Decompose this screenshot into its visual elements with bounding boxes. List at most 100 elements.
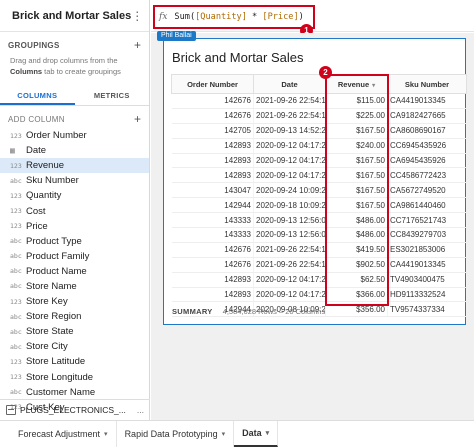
column-item[interactable]: abc Customer Name [0,385,149,400]
table-row[interactable]: 142676 2021-09-26 22:54:13 $419.50 ES302185… [171,242,467,258]
add-grouping-icon[interactable]: + [134,39,141,51]
date-cell[interactable]: 2020-09-18 10:09:22 [253,197,326,214]
table-row[interactable]: 142893 2020-09-12 04:17:20 $240.00 CC694543… [171,138,467,154]
chevron-down-icon[interactable]: ▾ [104,430,108,438]
add-column-icon[interactable]: + [134,113,141,125]
column-item[interactable]: abc Store State [0,324,149,339]
table-row[interactable]: 142944 2020-09-18 10:09:22 $167.50 CA986144… [171,197,467,214]
sku-number-cell[interactable]: CC8439279703 [387,227,467,243]
column-item[interactable]: 123 Store Latitude [0,354,149,369]
header-order-number[interactable]: Order Number [171,74,254,94]
revenue-cell[interactable]: $366.00 [325,287,388,303]
table-row[interactable]: 143333 2020-09-13 12:56:07 $486.00 CC843927… [171,227,467,243]
chevron-down-icon[interactable]: ▾ [266,429,270,437]
column-item[interactable]: abc Product Type [0,234,149,249]
revenue-cell[interactable]: $419.50 [325,242,388,258]
column-item[interactable]: ▦ Date [0,143,149,158]
order-number-cell[interactable]: 142893 [171,287,254,303]
order-number-cell[interactable]: 142705 [171,123,254,139]
sku-number-cell[interactable]: CC7176521743 [387,212,467,229]
sku-number-cell[interactable]: CC4586772423 [387,167,467,184]
sku-number-cell[interactable]: TV4903400475 [387,272,467,288]
sku-number-cell[interactable]: CC6945435926 [387,138,467,154]
table-row[interactable]: 142893 2020-09-12 04:17:20 $167.50 CA694543… [171,153,467,169]
column-item[interactable]: abc Sku Number [0,173,149,188]
sku-number-cell[interactable]: HD9113332524 [387,287,467,303]
date-cell[interactable]: 2020-09-13 12:56:07 [253,227,326,243]
summary-label[interactable]: SUMMARY [172,307,213,316]
revenue-cell[interactable]: $115.00 [325,93,388,109]
tab-metrics[interactable]: METRICS [75,87,150,105]
column-item[interactable]: abc Product Name [0,264,149,279]
header-date[interactable]: Date [253,74,326,94]
table-row[interactable]: 142676 2021-09-26 22:54:13 $115.00 CA441901… [171,93,467,109]
sku-number-cell[interactable]: ES3021853006 [387,242,467,258]
sku-number-cell[interactable]: CA9182427665 [387,108,467,124]
date-cell[interactable]: 2020-09-12 04:17:20 [253,287,326,303]
data-source[interactable]: PLUGS_ELECTRONICS_... ... [0,399,150,420]
date-cell[interactable]: 2020-09-12 04:17:20 [253,167,326,184]
revenue-cell[interactable]: $62.50 [325,272,388,288]
tab-columns[interactable]: COLUMNS [0,87,75,105]
order-number-cell[interactable]: 142893 [171,153,254,169]
table-row[interactable]: 142893 2020-09-12 04:17:20 $62.50 TV4903400… [171,272,467,288]
table-row[interactable]: 142893 2020-09-12 04:17:20 $366.00 HD911333… [171,287,467,303]
revenue-cell[interactable]: $167.50 [325,197,388,214]
date-cell[interactable]: 2020-09-12 04:17:20 [253,153,326,169]
order-number-cell[interactable]: 143333 [171,227,254,243]
order-number-cell[interactable]: 142676 [171,108,254,124]
date-cell[interactable]: 2020-09-24 10:09:22 [253,182,326,199]
column-item[interactable]: 123 Order Number [0,128,149,143]
sku-number-cell[interactable]: CA4419013345 [387,257,467,273]
column-item[interactable]: abc Product Family [0,249,149,264]
page-tab[interactable]: Forecast Adjustment ▾ [10,421,117,447]
more-dots-icon[interactable]: ⋮ [131,9,144,23]
sku-number-cell[interactable]: CA4419013345 [387,93,467,109]
order-number-cell[interactable]: 142893 [171,167,254,184]
order-number-cell[interactable]: 142676 [171,93,254,109]
column-item[interactable]: 123 Cost [0,203,149,218]
chevron-down-icon[interactable]: ▾ [372,83,375,89]
revenue-cell[interactable]: $486.00 [325,227,388,243]
column-item[interactable]: 123 Quantity [0,188,149,203]
chevron-down-icon[interactable]: ▾ [222,430,226,438]
date-cell[interactable]: 2021-09-26 22:54:13 [253,93,326,109]
sku-number-cell[interactable]: CA8608690167 [387,123,467,139]
revenue-cell[interactable]: $167.50 [325,123,388,139]
column-item[interactable]: 123 Store Key [0,294,149,309]
source-more-icon[interactable]: ... [137,405,144,415]
table-row[interactable]: 142676 2021-09-26 22:54:13 $225.00 CA918242… [171,108,467,124]
order-number-cell[interactable]: 142676 [171,257,254,273]
revenue-cell[interactable]: $167.50 [325,182,388,199]
order-number-cell[interactable]: 142893 [171,138,254,154]
sku-number-cell[interactable]: CA6945435926 [387,153,467,169]
order-number-cell[interactable]: 142676 [171,242,254,258]
order-number-cell[interactable]: 143047 [171,182,254,199]
date-cell[interactable]: 2020-09-13 14:52:28 [253,123,326,139]
date-cell[interactable]: 2020-09-12 04:17:20 [253,138,326,154]
table-row[interactable]: 142705 2020-09-13 14:52:28 $167.50 CA860869… [171,123,467,139]
date-cell[interactable]: 2021-09-26 22:54:13 [253,257,326,273]
revenue-cell[interactable]: $486.00 [325,212,388,229]
page-tab[interactable]: Data ▾ [234,421,279,447]
table-row[interactable]: 143333 2020-09-13 12:56:07 $486.00 CC717652… [171,212,467,229]
revenue-cell[interactable]: $356.00 [325,301,388,318]
date-cell[interactable]: 2021-09-26 22:54:13 [253,108,326,124]
sku-number-cell[interactable]: TV9574337334 [387,301,467,318]
revenue-cell[interactable]: $240.00 [325,138,388,154]
table-row[interactable]: 143047 2020-09-24 10:09:22 $167.50 CA567274… [171,182,467,199]
date-cell[interactable]: 2020-09-13 12:56:07 [253,212,326,229]
order-number-cell[interactable]: 142893 [171,272,254,288]
table-row[interactable]: 142676 2021-09-26 22:54:13 $902.50 CA441901… [171,257,467,273]
formula-bar[interactable]: fx Sum([Quantity] * [Price]) [153,5,315,29]
column-item[interactable]: 123 Store Longitude [0,370,149,385]
order-number-cell[interactable]: 142944 [171,197,254,214]
header-sku-number[interactable]: Sku Number [387,74,467,94]
date-cell[interactable]: 2020-09-12 04:17:20 [253,272,326,288]
order-number-cell[interactable]: 143333 [171,212,254,229]
column-item[interactable]: abc Store City [0,339,149,354]
page-tab[interactable]: Rapid Data Prototyping ▾ [117,421,235,447]
header-revenue[interactable]: Revenue ▾ [325,74,388,94]
revenue-cell[interactable]: $167.50 [325,167,388,184]
revenue-cell[interactable]: $225.00 [325,108,388,124]
